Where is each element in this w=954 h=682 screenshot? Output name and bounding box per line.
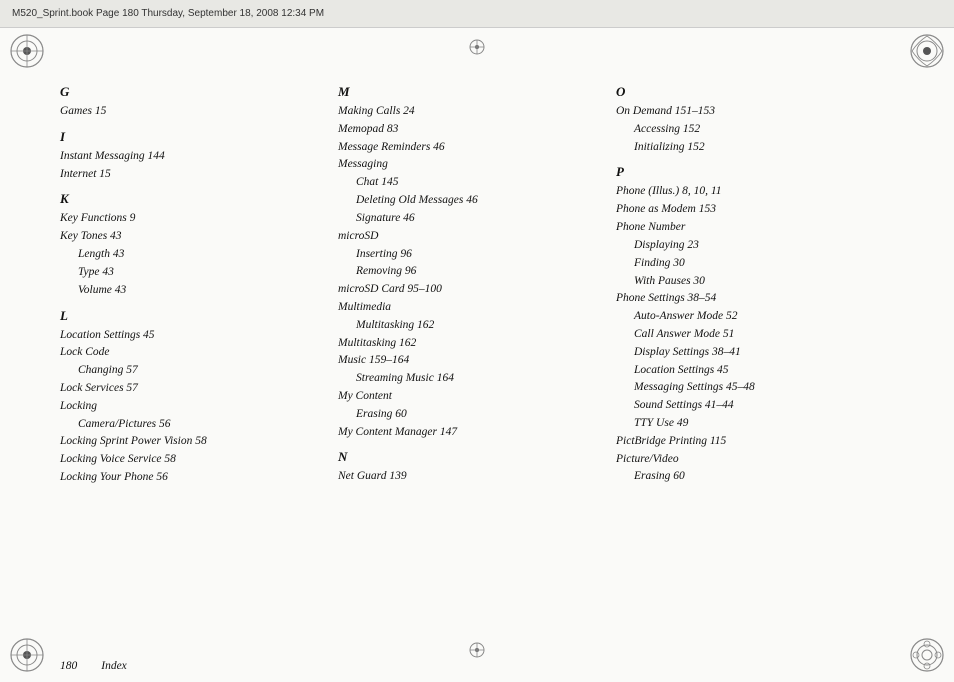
index-entry: Removing 96	[338, 263, 596, 281]
index-entry: Deleting Old Messages 46	[338, 192, 596, 210]
index-entry: Message Reminders 46	[338, 139, 596, 157]
index-entry: Accessing 152	[616, 121, 874, 139]
index-entry: Instant Messaging 144	[60, 148, 318, 166]
index-entry: PictBridge Printing 115	[616, 433, 874, 451]
index-entry: Phone (Illus.) 8, 10, 11	[616, 183, 874, 201]
index-entry: Lock Services 57	[60, 380, 318, 398]
header-bar: M520_Sprint.book Page 180 Thursday, Sept…	[0, 0, 954, 28]
section-letter-P: P	[616, 164, 874, 180]
index-entry: Multimedia	[338, 299, 596, 317]
index-entry: With Pauses 30	[616, 273, 874, 291]
index-entry: Phone as Modem 153	[616, 201, 874, 219]
index-entry: Call Answer Mode 51	[616, 326, 874, 344]
section-letter-M: M	[338, 84, 596, 100]
section-letter-N: N	[338, 449, 596, 465]
index-entry: Erasing 60	[616, 468, 874, 486]
index-entry: Length 43	[60, 246, 318, 264]
index-entry: Internet 15	[60, 166, 318, 184]
index-entry: Net Guard 139	[338, 468, 596, 486]
footer-page-number: 180	[60, 660, 77, 672]
index-entry: Locking Voice Service 58	[60, 451, 318, 469]
index-entry: Messaging	[338, 156, 596, 174]
index-entry: Lock Code	[60, 344, 318, 362]
index-entry: Messaging Settings 45–48	[616, 379, 874, 397]
index-entry: Changing 57	[60, 362, 318, 380]
footer-label: Index	[101, 660, 127, 672]
page: M520_Sprint.book Page 180 Thursday, Sept…	[0, 0, 954, 682]
header-text: M520_Sprint.book Page 180 Thursday, Sept…	[12, 8, 324, 19]
index-entry: My Content Manager 147	[338, 424, 596, 442]
index-entry: Type 43	[60, 264, 318, 282]
section-letter-I: I	[60, 129, 318, 145]
index-entry: Volume 43	[60, 282, 318, 300]
index-entry: Memopad 83	[338, 121, 596, 139]
index-entry: Chat 145	[338, 174, 596, 192]
main-content: G Games 15 I Instant Messaging 144Internet …	[0, 28, 954, 654]
index-entry: microSD	[338, 228, 596, 246]
index-entry: Phone Number	[616, 219, 874, 237]
section-letter-O: O	[616, 84, 874, 100]
index-entry: Picture/Video	[616, 451, 874, 469]
column-3: O On Demand 151–153Accessing 152Initializ…	[616, 76, 894, 614]
index-entry: Initializing 152	[616, 139, 874, 157]
index-entry: Key Functions 9	[60, 210, 318, 228]
index-entry: Multitasking 162	[338, 317, 596, 335]
index-entry: Streaming Music 164	[338, 370, 596, 388]
bottom-center-decoration	[468, 641, 486, 664]
index-entry: Multitasking 162	[338, 335, 596, 353]
index-entry: Displaying 23	[616, 237, 874, 255]
index-entry: Making Calls 24	[338, 103, 596, 121]
index-columns: G Games 15 I Instant Messaging 144Internet …	[60, 76, 894, 614]
index-entry: On Demand 151–153	[616, 103, 874, 121]
index-entry: Phone Settings 38–54	[616, 290, 874, 308]
column-1: G Games 15 I Instant Messaging 144Internet …	[60, 76, 338, 614]
index-entry: Display Settings 38–41	[616, 344, 874, 362]
index-entry: Inserting 96	[338, 246, 596, 264]
index-entry: microSD Card 95–100	[338, 281, 596, 299]
column-2: M Making Calls 24Memopad 83Message Remind…	[338, 76, 616, 614]
index-entry: Signature 46	[338, 210, 596, 228]
index-entry: Games 15	[60, 103, 318, 121]
index-entry: Auto-Answer Mode 52	[616, 308, 874, 326]
section-letter-L: L	[60, 308, 318, 324]
index-entry: Location Settings 45	[616, 362, 874, 380]
index-entry: TTY Use 49	[616, 415, 874, 433]
index-entry: Locking Sprint Power Vision 58	[60, 433, 318, 451]
index-entry: Camera/Pictures 56	[60, 416, 318, 434]
index-entry: My Content	[338, 388, 596, 406]
section-letter-G: G	[60, 84, 318, 100]
index-entry: Locking	[60, 398, 318, 416]
index-entry: Sound Settings 41–44	[616, 397, 874, 415]
index-entry: Erasing 60	[338, 406, 596, 424]
index-entry: Locking Your Phone 56	[60, 469, 318, 487]
index-entry: Music 159–164	[338, 352, 596, 370]
index-entry: Location Settings 45	[60, 327, 318, 345]
section-letter-K: K	[60, 191, 318, 207]
index-entry: Finding 30	[616, 255, 874, 273]
index-entry: Key Tones 43	[60, 228, 318, 246]
